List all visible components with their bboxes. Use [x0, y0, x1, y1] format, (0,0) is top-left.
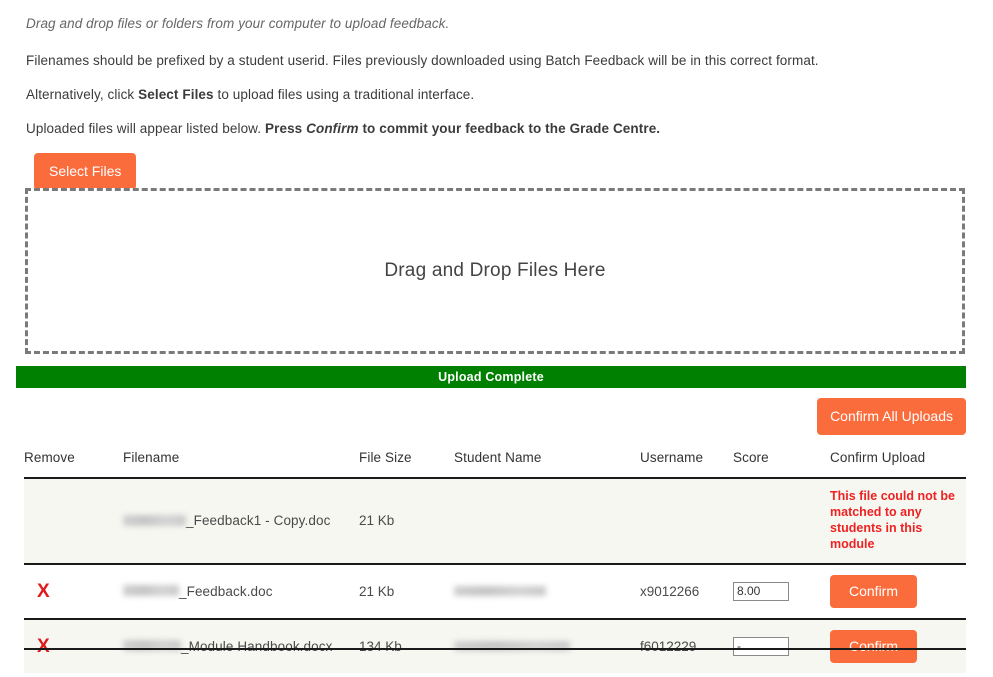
cell-username: f6012229 [640, 618, 733, 673]
redacted-student-name [454, 585, 546, 596]
intro-uploaded-prefix: Uploaded files will appear listed below. [26, 121, 265, 136]
cell-student-name [454, 478, 640, 565]
confirm-all-uploads-button[interactable]: Confirm All Uploads [817, 398, 966, 435]
cell-student-name [454, 563, 640, 620]
intro-uploaded-note: Uploaded files will appear listed below.… [26, 102, 967, 136]
dropzone-label: Drag and Drop Files Here [384, 260, 606, 281]
cell-score [733, 618, 830, 673]
intro-alt-bold: Select Files [138, 87, 214, 102]
table-bottom-rule [24, 648, 966, 650]
unmatched-error-message: This file could not be matched to any st… [830, 489, 955, 551]
batch-feedback-upload-page: Drag and drop files or folders from your… [0, 0, 993, 677]
column-header-score: Score [733, 446, 830, 479]
cell-remove: X [24, 618, 123, 673]
filename-text: _Module Handbook.docx [181, 638, 333, 654]
table-row: X _Module Handbook.docx 134 Kb f6012229 … [24, 618, 966, 673]
select-files-button-wrap: Select Files [0, 136, 993, 190]
cell-confirm-upload: Confirm [830, 563, 966, 620]
cell-confirm-upload: Confirm [830, 618, 966, 673]
table-header: Remove Filename File Size Student Name U… [24, 446, 966, 479]
intro-text-block: Drag and drop files or folders from your… [0, 0, 993, 136]
cell-score [733, 478, 830, 565]
column-header-remove: Remove [24, 446, 123, 479]
cell-file-size: 134 Kb [359, 618, 454, 673]
filename-text: _Feedback.doc [179, 583, 273, 599]
intro-alternatively-note: Alternatively, click Select Files to upl… [26, 68, 967, 102]
cell-username [640, 478, 733, 565]
cell-student-name [454, 618, 640, 673]
cell-file-size: 21 Kb [359, 563, 454, 620]
cell-remove [24, 478, 123, 565]
table-row: _Feedback1 - Copy.doc 21 Kb This file co… [24, 478, 966, 565]
cell-file-size: 21 Kb [359, 478, 454, 565]
intro-uploaded-bold: Press [265, 121, 307, 136]
select-files-button[interactable]: Select Files [34, 153, 137, 190]
redacted-userid-prefix [123, 585, 179, 597]
intro-filename-note: Filenames should be prefixed by a studen… [26, 53, 819, 68]
confirm-all-row: Confirm All Uploads [16, 398, 966, 435]
filename-text: _Feedback1 - Copy.doc [186, 513, 331, 529]
table-header-row: Remove Filename File Size Student Name U… [24, 446, 966, 479]
cell-remove: X [24, 563, 123, 620]
cell-confirm-upload: This file could not be matched to any st… [830, 478, 966, 565]
confirm-upload-button[interactable]: Confirm [830, 629, 918, 663]
column-header-student-name: Student Name [454, 446, 640, 479]
file-dropzone[interactable]: Drag and Drop Files Here [25, 188, 965, 354]
intro-tagline: Drag and drop files or folders from your… [26, 16, 450, 31]
redacted-userid-prefix [123, 515, 186, 527]
remove-file-icon[interactable]: X [24, 582, 50, 601]
upload-status-bar: Upload Complete [16, 366, 966, 388]
intro-alt-prefix: Alternatively, click [26, 87, 139, 102]
intro-uploaded-bold-italic: Confirm [306, 121, 359, 136]
intro-alt-suffix: to upload files using a traditional inte… [213, 87, 475, 102]
column-header-filename: Filename [123, 446, 359, 479]
cell-filename: _Feedback1 - Copy.doc [123, 478, 359, 565]
upload-status-label: Upload Complete [438, 370, 544, 384]
score-input[interactable] [733, 581, 789, 601]
cell-username: x9012266 [640, 563, 733, 620]
intro-uploaded-bold-suffix: to commit your feedback to the Grade Cen… [358, 121, 661, 136]
cell-filename: _Module Handbook.docx [123, 618, 359, 673]
cell-score [733, 563, 830, 620]
confirm-upload-button[interactable]: Confirm [830, 574, 918, 608]
column-header-confirm-upload: Confirm Upload [830, 446, 966, 479]
cell-filename: _Feedback.doc [123, 563, 359, 620]
column-header-username: Username [640, 446, 733, 479]
remove-file-icon[interactable]: X [24, 637, 50, 656]
uploaded-files-table: Remove Filename File Size Student Name U… [24, 446, 966, 673]
score-input[interactable] [733, 636, 789, 656]
column-header-file-size: File Size [359, 446, 454, 479]
table-body: _Feedback1 - Copy.doc 21 Kb This file co… [24, 478, 966, 673]
table-row: X _Feedback.doc 21 Kb x9012266 Confirm [24, 563, 966, 620]
